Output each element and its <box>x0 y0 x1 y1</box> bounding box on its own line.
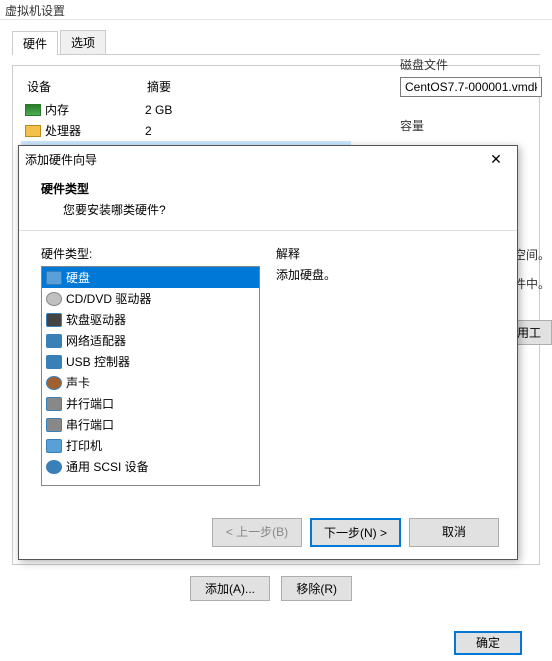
ok-bar: 确定 <box>454 634 522 651</box>
description-label: 解释 <box>276 245 495 262</box>
disk-file-label: 磁盘文件 <box>400 56 550 73</box>
list-label-cd: CD/DVD 驱动器 <box>66 290 151 307</box>
next-button[interactable]: 下一步(N) > <box>310 518 401 547</box>
add-remove-bar: 添加(A)... 移除(R) <box>190 576 360 601</box>
wizard-head-sub: 您要安装哪类硬件? <box>41 197 495 218</box>
printer-icon <box>46 439 62 453</box>
memory-label: 内存 <box>45 101 69 118</box>
serial-icon <box>46 418 62 432</box>
list-item-serial[interactable]: 串行端口 <box>42 414 259 435</box>
close-icon[interactable]: ✕ <box>481 151 511 168</box>
list-item-sound[interactable]: 声卡 <box>42 372 259 393</box>
memory-value: 2 GB <box>145 103 172 117</box>
wizard-title: 添加硬件向导 <box>25 151 97 168</box>
usb-icon <box>46 355 62 369</box>
list-label-serial: 串行端口 <box>66 416 114 433</box>
description-text: 添加硬盘。 <box>276 266 495 283</box>
network-icon <box>46 334 62 348</box>
tabs: 硬件 选项 <box>12 30 540 55</box>
col-device: 设备 <box>27 78 147 95</box>
add-button[interactable]: 添加(A)... <box>190 576 270 601</box>
scsi-icon <box>46 460 62 474</box>
sound-icon <box>46 376 62 390</box>
parallel-icon <box>46 397 62 411</box>
list-item-usb[interactable]: USB 控制器 <box>42 351 259 372</box>
col-summary: 摘要 <box>147 78 171 95</box>
list-item-parallel[interactable]: 并行端口 <box>42 393 259 414</box>
wizard-head-title: 硬件类型 <box>41 180 495 197</box>
list-item-cd[interactable]: CD/DVD 驱动器 <box>42 288 259 309</box>
list-item-floppy[interactable]: 软盘驱动器 <box>42 309 259 330</box>
cpu-icon <box>25 125 41 137</box>
memory-icon <box>25 104 41 116</box>
tab-hardware[interactable]: 硬件 <box>12 31 58 55</box>
cancel-button[interactable]: 取消 <box>409 518 499 547</box>
remove-button[interactable]: 移除(R) <box>281 576 352 601</box>
back-button[interactable]: < 上一步(B) <box>212 518 302 547</box>
cpu-value: 2 <box>145 124 152 138</box>
device-row-memory[interactable]: 内存 2 GB <box>21 99 351 120</box>
cd-icon <box>46 292 62 306</box>
list-item-printer[interactable]: 打印机 <box>42 435 259 456</box>
hardware-type-listbox[interactable]: 硬盘 CD/DVD 驱动器 软盘驱动器 网络适配器 USB 控制器 声卡 并行端… <box>41 266 260 486</box>
list-item-hdd[interactable]: 硬盘 <box>42 267 259 288</box>
hardware-type-label: 硬件类型: <box>41 245 260 262</box>
list-label-printer: 打印机 <box>66 437 102 454</box>
hdd-icon <box>46 271 62 285</box>
wizard-footer: < 上一步(B) 下一步(N) > 取消 <box>212 518 499 547</box>
ok-button[interactable]: 确定 <box>454 631 522 655</box>
list-label-parallel: 并行端口 <box>66 395 114 412</box>
cpu-label: 处理器 <box>45 122 81 139</box>
list-label-hdd: 硬盘 <box>66 269 90 286</box>
wizard-right: 解释 添加硬盘。 <box>276 245 495 486</box>
tab-options[interactable]: 选项 <box>60 30 106 54</box>
disk-file-input[interactable] <box>400 77 542 97</box>
wizard-head: 硬件类型 您要安装哪类硬件? <box>19 172 517 230</box>
list-item-net[interactable]: 网络适配器 <box>42 330 259 351</box>
list-label-sound: 声卡 <box>66 374 90 391</box>
wizard-left: 硬件类型: 硬盘 CD/DVD 驱动器 软盘驱动器 网络适配器 USB 控制器 … <box>41 245 260 486</box>
device-header: 设备 摘要 <box>21 74 351 99</box>
floppy-icon <box>46 313 62 327</box>
window-title: 虚拟机设置 <box>0 0 552 20</box>
separator <box>19 230 517 231</box>
list-label-usb: USB 控制器 <box>66 353 130 370</box>
disk-file-group: 磁盘文件 容量 <box>400 56 550 138</box>
capacity-label: 容量 <box>400 117 550 134</box>
device-row-cpu[interactable]: 处理器 2 <box>21 120 351 141</box>
list-label-net: 网络适配器 <box>66 332 126 349</box>
list-item-scsi[interactable]: 通用 SCSI 设备 <box>42 456 259 477</box>
wizard-titlebar: 添加硬件向导 ✕ <box>19 146 517 172</box>
add-hardware-wizard: 添加硬件向导 ✕ 硬件类型 您要安装哪类硬件? 硬件类型: 硬盘 CD/DVD … <box>18 145 518 560</box>
wizard-body: 硬件类型: 硬盘 CD/DVD 驱动器 软盘驱动器 网络适配器 USB 控制器 … <box>19 237 517 494</box>
list-label-floppy: 软盘驱动器 <box>66 311 126 328</box>
list-label-scsi: 通用 SCSI 设备 <box>66 458 149 475</box>
